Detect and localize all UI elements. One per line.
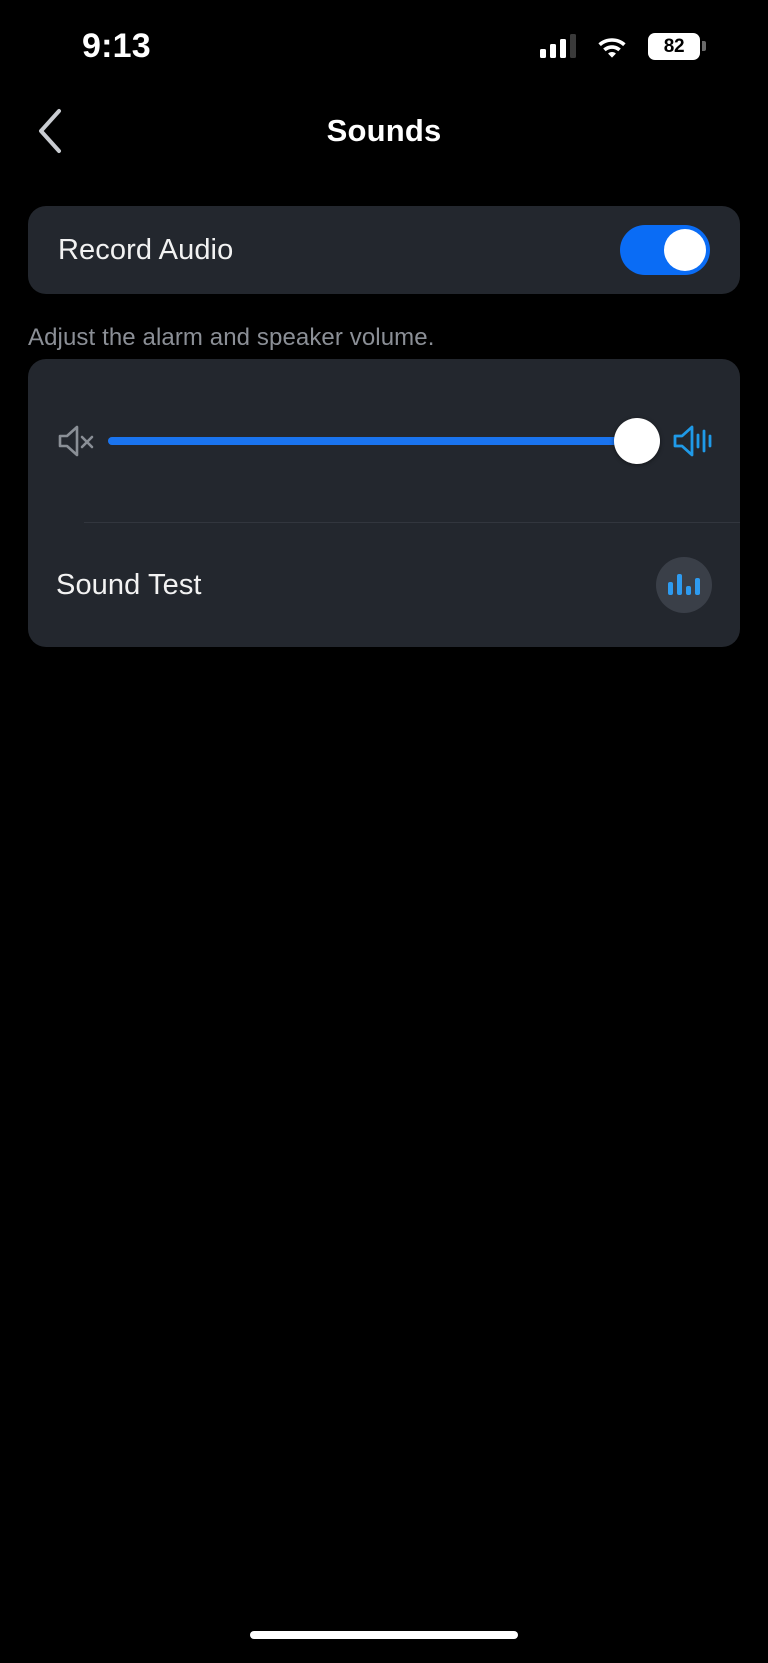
cellular-signal-icon <box>540 34 576 58</box>
nav-bar: Sounds <box>0 95 768 167</box>
battery-icon: 82 <box>648 32 706 60</box>
phone-screen: 9:13 82 Sounds Record Audio Adjust the a… <box>0 0 768 1663</box>
status-indicators: 82 <box>540 32 706 60</box>
chevron-left-icon <box>39 109 61 153</box>
slider-thumb[interactable] <box>614 417 660 464</box>
sound-test-row[interactable]: Sound Test <box>28 523 740 647</box>
record-audio-row[interactable]: Record Audio <box>28 206 740 294</box>
back-button[interactable] <box>24 105 76 157</box>
record-audio-card: Record Audio <box>28 206 740 294</box>
battery-cap <box>702 41 706 51</box>
slider-fill <box>108 436 660 445</box>
sound-test-label: Sound Test <box>56 568 202 601</box>
battery-level-label: 82 <box>663 35 685 57</box>
toggle-knob <box>664 229 706 271</box>
page-title: Sounds <box>326 113 442 148</box>
volume-section-note: Adjust the alarm and speaker volume. <box>28 324 435 351</box>
volume-slider[interactable] <box>108 417 660 464</box>
speaker-loud-icon <box>673 425 712 456</box>
status-time: 9:13 <box>82 27 151 65</box>
home-indicator <box>250 1631 518 1639</box>
speaker-mute-icon <box>58 425 94 456</box>
record-audio-label: Record Audio <box>58 233 234 266</box>
audio-waveform-icon[interactable] <box>656 557 712 613</box>
record-audio-toggle[interactable] <box>620 225 710 275</box>
volume-card: Sound Test <box>28 359 740 647</box>
volume-slider-row <box>28 359 740 522</box>
status-bar: 9:13 82 <box>0 0 768 92</box>
wifi-icon <box>598 38 626 58</box>
